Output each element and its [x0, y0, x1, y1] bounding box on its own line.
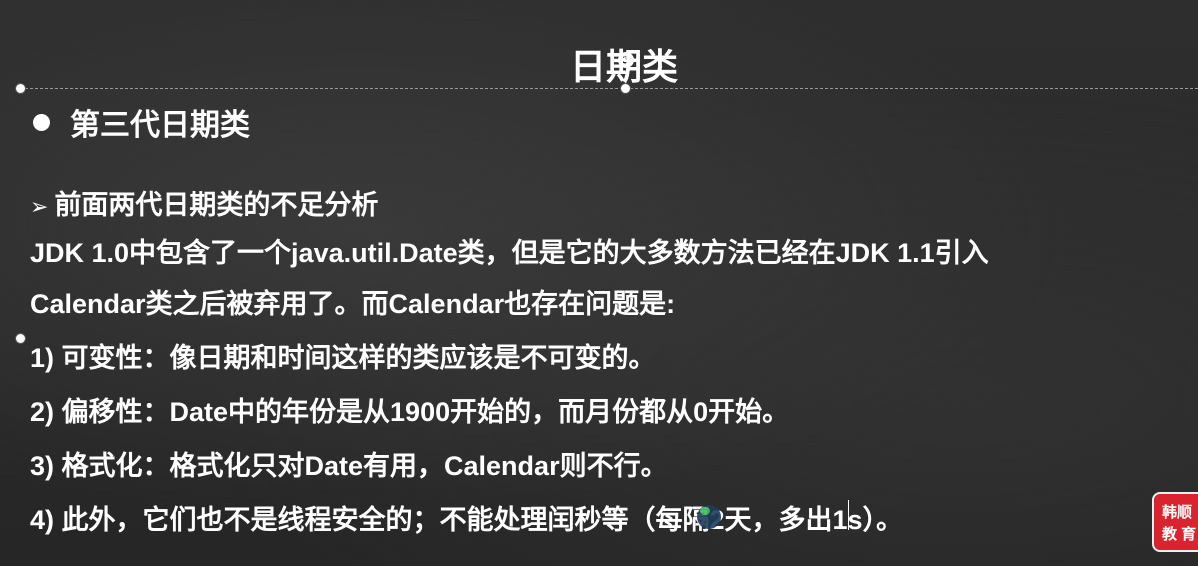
intro-line-1: JDK 1.0中包含了一个java.util.Date类，但是它的大多数方法已经…: [30, 238, 989, 268]
mouse-cursor-icon: [697, 505, 721, 529]
text-content-box[interactable]: ➢ 前面两代日期类的不足分析 JDK 1.0中包含了一个java.util.Dat…: [30, 185, 1190, 547]
brand-logo: 韩顺 教 育: [1152, 492, 1198, 552]
section-heading-text: 前面两代日期类的不足分析: [54, 190, 379, 220]
slide-title: 日期类: [569, 46, 678, 87]
point-2: 2) 偏移性：Date中的年份是从1900开始的，而月份都从0开始。: [30, 397, 790, 427]
slide-canvas[interactable]: ⟳ 日期类 第三代日期类 ➢ 前面两代日期类的不足分析 JDK 1.0中包含了一个…: [0, 0, 1198, 566]
section-heading: ➢ 前面两代日期类的不足分析: [30, 185, 1190, 229]
arrow-right-icon: ➢: [30, 194, 49, 219]
text-caret: [848, 500, 849, 530]
logo-line-2: 教 育: [1162, 526, 1197, 543]
bullet-dot-icon: [33, 113, 50, 131]
point-1: 1) 可变性：像日期和时间这样的类应该是不可变的。: [30, 343, 656, 373]
selection-handle-middle-left[interactable]: [15, 333, 26, 344]
logo-line-1: 韩顺: [1162, 504, 1193, 521]
intro-line-2: Calendar类之后被弃用了。而Calendar也存在问题是:: [30, 289, 676, 319]
point-4: 4) 此外，它们也不是线程安全的；不能处理闰秒等（每隔2天，多出1s）。: [30, 505, 904, 535]
subtitle-text: 第三代日期类: [70, 109, 250, 142]
point-3: 3) 格式化：格式化只对Date有用，Calendar则不行。: [30, 451, 668, 481]
subtitle-row: 第三代日期类: [33, 100, 250, 144]
